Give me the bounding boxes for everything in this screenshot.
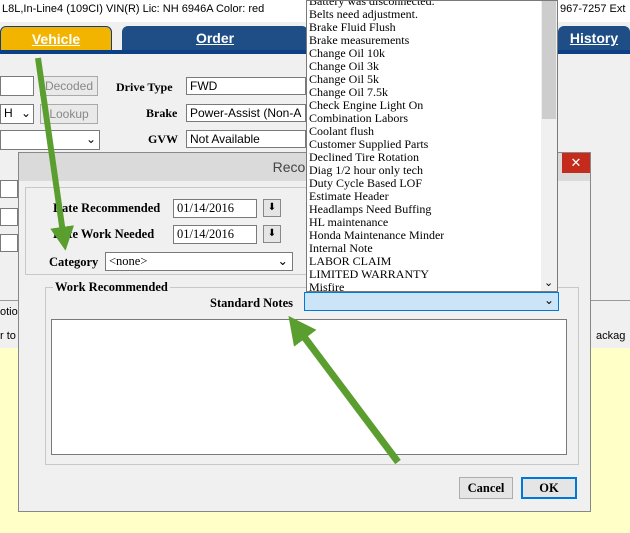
arrow-to-standard-notes [288,315,401,465]
annotation-arrows [35,57,401,465]
arrow-to-category [35,57,75,251]
